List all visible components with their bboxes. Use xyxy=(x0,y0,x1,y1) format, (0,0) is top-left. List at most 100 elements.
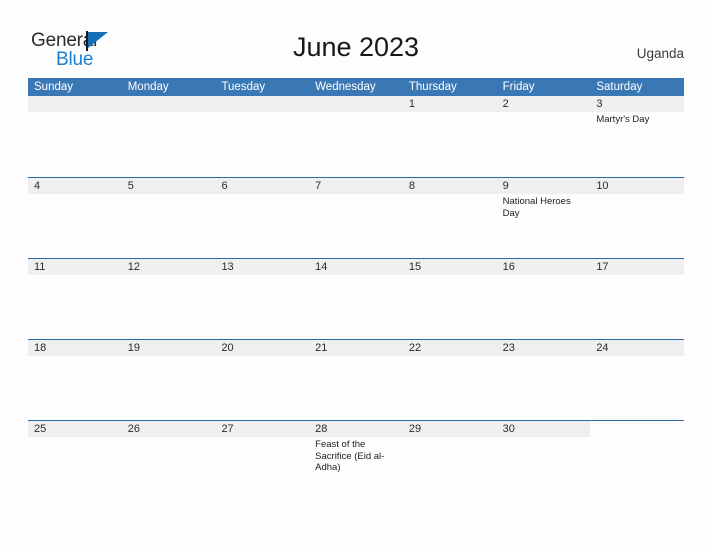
day-cell[interactable]: 13 xyxy=(215,259,310,339)
holiday-event-label: National Heroes Day xyxy=(502,196,571,219)
day-cell-empty xyxy=(215,96,310,177)
week-cells: 11 12 13 14 15 16 17 xyxy=(28,259,685,339)
day-cell[interactable]: 9 National Heroes Day xyxy=(496,178,591,258)
day-cell[interactable]: 16 xyxy=(496,259,591,339)
day-number: 21 xyxy=(315,342,328,354)
day-number: 14 xyxy=(315,261,328,273)
day-number: 17 xyxy=(596,261,609,273)
day-number: 9 xyxy=(502,180,509,192)
day-number: 22 xyxy=(408,342,422,354)
day-number: 18 xyxy=(34,342,47,354)
day-number: 3 xyxy=(596,98,603,110)
day-number-band xyxy=(496,178,591,194)
day-cell[interactable]: 24 xyxy=(590,340,685,420)
day-events: National Heroes Day xyxy=(503,196,587,221)
week-cells: 4 5 6 7 8 9 National Heroes Day 10 xyxy=(28,178,685,258)
day-number: 2 xyxy=(502,98,509,110)
day-cell[interactable]: 11 xyxy=(28,259,122,339)
day-cell[interactable]: 14 xyxy=(309,259,403,339)
day-cell[interactable]: 3 Martyr's Day xyxy=(590,96,685,177)
day-number: 6 xyxy=(221,180,228,192)
day-cell[interactable]: 21 xyxy=(309,340,403,420)
weekday-header-tuesday: Tuesday xyxy=(221,81,266,93)
day-cell[interactable]: 25 xyxy=(28,421,122,501)
day-cell[interactable]: 2 xyxy=(496,96,591,177)
day-number: 4 xyxy=(34,180,41,192)
calendar-week-row: 11 12 13 14 15 16 17 xyxy=(28,258,685,339)
weekday-header-friday: Friday xyxy=(502,81,535,93)
day-number-band xyxy=(402,96,497,112)
day-cell[interactable]: 10 xyxy=(590,178,685,258)
day-number-band xyxy=(121,178,216,194)
day-cell[interactable]: 5 xyxy=(121,178,216,258)
day-number: 30 xyxy=(502,423,515,435)
day-number-band xyxy=(215,96,310,112)
day-cell[interactable]: 17 xyxy=(590,259,685,339)
day-number: 24 xyxy=(596,342,609,354)
day-number-band xyxy=(309,96,403,112)
day-number-band xyxy=(309,178,403,194)
day-cell-empty xyxy=(121,96,216,177)
day-cell[interactable]: 15 xyxy=(402,259,497,339)
day-number-band xyxy=(590,421,684,437)
day-cell[interactable]: 1 xyxy=(402,96,497,177)
week-cells: 1 2 3 Martyr's Day xyxy=(28,96,685,177)
day-number-band xyxy=(28,96,122,112)
weekday-header-sunday: Sunday xyxy=(34,81,74,93)
day-number: 23 xyxy=(502,342,515,354)
day-cell[interactable]: 12 xyxy=(121,259,216,339)
calendar-week-row: 25 26 27 28 Feast of the Sacrifice (Eid al-A… xyxy=(28,420,684,501)
page-title: June 2023 xyxy=(292,32,420,62)
day-number-band xyxy=(28,178,122,194)
day-cell[interactable]: 19 xyxy=(121,340,216,420)
day-number: 10 xyxy=(596,180,609,192)
day-cell[interactable]: 4 xyxy=(28,178,122,258)
day-number-band xyxy=(121,96,216,112)
day-cell-empty xyxy=(590,421,684,501)
day-cell[interactable]: 7 xyxy=(309,178,403,258)
holiday-event-label: Feast of the Sacrifice (Eid al-Adha) xyxy=(315,439,385,473)
day-cell[interactable]: 22 xyxy=(402,340,497,420)
day-cell[interactable]: 29 xyxy=(402,421,497,501)
day-cell[interactable]: 23 xyxy=(496,340,591,420)
day-cell[interactable]: 30 xyxy=(496,421,591,501)
day-cell[interactable]: 27 xyxy=(215,421,310,501)
day-cell[interactable]: 20 xyxy=(215,340,310,420)
day-cell-empty xyxy=(28,96,122,177)
day-number: 1 xyxy=(408,98,415,110)
calendar-week-row: 4 5 6 7 8 9 National Heroes Day 10 xyxy=(28,177,685,258)
day-number: 28 xyxy=(315,423,328,435)
day-cell[interactable]: 8 xyxy=(402,178,497,258)
day-number: 8 xyxy=(408,180,415,192)
day-number-band xyxy=(496,96,591,112)
day-number: 15 xyxy=(408,261,422,273)
day-cell[interactable]: 6 xyxy=(215,178,310,258)
weekday-header-row: Sunday Monday Tuesday Wednesday Thursday Frid… xyxy=(28,78,684,96)
day-number: 16 xyxy=(502,261,515,273)
day-number: 25 xyxy=(34,423,47,435)
day-number-band xyxy=(402,178,497,194)
day-number: 13 xyxy=(221,261,234,273)
week-cells: 25 26 27 28 Feast of the Sacrifice (Eid al-A… xyxy=(28,421,684,501)
day-cell[interactable]: 28 Feast of the Sacrifice (Eid al-Adha) xyxy=(309,421,403,501)
week-cells: 18 19 20 21 22 23 24 xyxy=(28,340,685,420)
day-number: 7 xyxy=(315,180,322,192)
day-cell[interactable]: 26 xyxy=(121,421,216,501)
day-cell[interactable]: 18 xyxy=(28,340,122,420)
day-cell-empty xyxy=(309,96,403,177)
day-number: 19 xyxy=(127,342,140,354)
weekday-header-saturday: Saturday xyxy=(596,81,643,93)
day-number-band xyxy=(215,178,310,194)
day-number: 29 xyxy=(408,423,422,435)
day-number: 26 xyxy=(127,423,140,435)
calendar-week-row: 18 19 20 21 22 23 24 xyxy=(28,339,685,420)
day-events: Martyr's Day xyxy=(596,114,680,128)
region-label: Uganda xyxy=(636,46,684,61)
day-number: 20 xyxy=(221,342,234,354)
calendar-grid: Sunday Monday Tuesday Wednesday Thursday Frid… xyxy=(28,78,685,501)
weekday-header-thursday: Thursday xyxy=(408,81,457,93)
holiday-event-label: Martyr's Day xyxy=(596,114,650,125)
weekday-header-wednesday: Wednesday xyxy=(315,81,376,93)
weekday-header-monday: Monday xyxy=(127,81,169,93)
calendar-weeks: 1 2 3 Martyr's Day 4 5 6 7 8 9 National Heroes Day… xyxy=(28,96,685,501)
